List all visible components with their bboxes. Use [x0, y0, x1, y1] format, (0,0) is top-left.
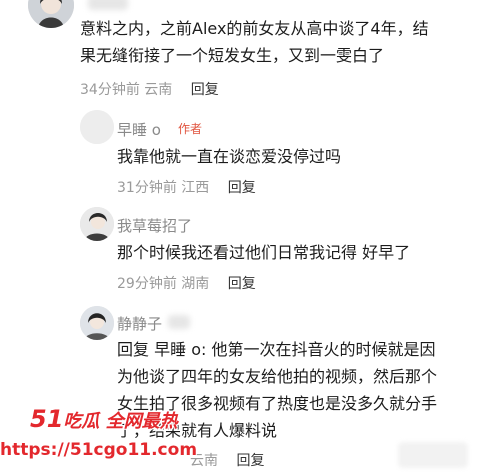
comment-text-line: 我靠他就一直在谈恋爱没停过吗 — [117, 147, 342, 166]
blurred-username — [168, 315, 190, 329]
commenter-avatar[interactable] — [80, 207, 114, 241]
watermark-url: https://51cgo11.com — [0, 440, 198, 460]
comment-location: 湖南 — [181, 276, 210, 292]
comment-text-line: 为他谈了四年的女友给他拍的视频，然后那个 — [117, 367, 438, 386]
reply-target-name[interactable]: 早睡 o — [154, 340, 201, 359]
reply-button[interactable]: 回复 — [228, 180, 256, 196]
comment-thread: 意料之内，之前Alex的前女友从高中谈了4年，结 果无缝衔接了一个短发女生，又到… — [0, 0, 480, 472]
commenter-name[interactable]: 静静子 — [117, 313, 162, 334]
watermark-brand: 51吃瓜 全网最热 — [30, 405, 178, 433]
comment-text-line: 果无缝衔接了一个短发女生，又到一雯白了 — [80, 46, 385, 65]
comment-location: 云南 — [144, 82, 173, 98]
comment-text-line: 那个时候我还看过他们日常我记得 好早了 — [117, 243, 411, 262]
comment-time: 29分钟前 — [117, 276, 177, 292]
avatar-photo — [80, 110, 114, 144]
avatar-photo — [80, 207, 114, 241]
commenter-avatar[interactable] — [80, 306, 114, 340]
reply-button[interactable]: 回复 — [228, 276, 256, 292]
comment-text-line: 意料之内，之前Alex的前女友从高中谈了4年，结 — [80, 19, 429, 38]
watermark-brand-text: 吃瓜 全网最热 — [63, 411, 178, 432]
comment-time: 34分钟前 — [80, 82, 140, 98]
comment-time: 31分钟前 — [117, 180, 177, 196]
comment-meta: 云南 回复 — [190, 450, 264, 470]
comment-text-segment: : 他第一次在抖音火的时候就是因 — [201, 340, 436, 359]
commenter-name[interactable]: 我草莓招了 — [117, 215, 192, 236]
reply-prefix: 回复 — [117, 340, 150, 359]
comment-location: 江西 — [181, 180, 210, 196]
reply-button[interactable]: 回复 — [191, 82, 219, 98]
author-badge: 作者 — [178, 122, 203, 136]
blurred-username — [88, 0, 128, 10]
commenter-avatar[interactable] — [28, 0, 74, 28]
watermark-brand-number: 51 — [30, 405, 64, 433]
avatar-photo — [28, 0, 74, 28]
comment-meta: 29分钟前 湖南 回复 — [117, 273, 256, 293]
reply-button[interactable]: 回复 — [236, 453, 264, 469]
comment-meta: 31分钟前 江西 回复 — [117, 177, 256, 197]
commenter-name[interactable]: 早睡 o — [117, 119, 161, 140]
watermark-blur-patch — [398, 442, 468, 468]
author-avatar[interactable] — [80, 110, 114, 144]
avatar-photo — [80, 306, 114, 340]
comment-text-line: 回复 早睡 o: 他第一次在抖音火的时候就是因 — [117, 336, 435, 363]
comment-meta: 34分钟前 云南 回复 — [80, 79, 219, 99]
